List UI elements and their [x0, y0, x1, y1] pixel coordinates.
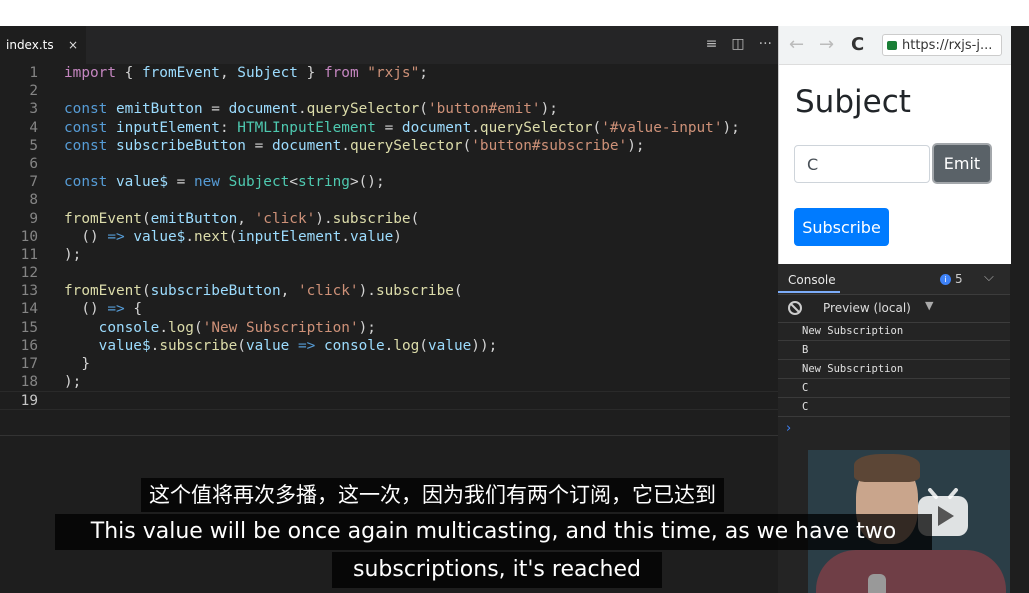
line-number: 15 [20, 319, 38, 336]
outline-icon[interactable]: ≡ [706, 36, 718, 52]
code-line: 7 const value$ = new Subject<string>(); [0, 173, 778, 191]
code-text: fromEvent(emitButton, 'click').subscribe… [64, 210, 420, 227]
editor-actions: ≡ ◫ ··· [706, 36, 772, 52]
code-text: ); [64, 246, 82, 263]
code-line: 16 value$.subscribe(value => console.log… [0, 337, 778, 355]
presenter-hair [854, 454, 920, 482]
code-line: 1 import { fromEvent, Subject } from "rxj… [0, 64, 778, 82]
back-arrow-icon[interactable]: ← [789, 34, 804, 55]
line-number: 14 [20, 301, 38, 318]
editor-divider [0, 435, 778, 436]
code-line: 9 fromEvent(emitButton, 'click').subscrib… [0, 210, 778, 228]
presenter-body [816, 550, 1006, 593]
code-line: 17 } [0, 355, 778, 373]
line-number: 16 [20, 337, 38, 354]
tab-index-ts[interactable]: index.ts × [0, 26, 86, 64]
code-line: 13 fromEvent(subscribeButton, 'click').su… [0, 282, 778, 300]
code-line-current: 19 [0, 391, 778, 410]
context-selector[interactable]: Preview (local) [823, 301, 911, 315]
url-text: https://rxjs-j... [902, 37, 993, 53]
code-line: 11); [0, 246, 778, 264]
line-number: 12 [20, 265, 38, 282]
split-editor-icon[interactable]: ◫ [731, 36, 744, 52]
value-input[interactable]: C [794, 145, 930, 183]
clear-console-icon[interactable] [788, 301, 802, 315]
code-text: () => value$.next(inputElement.value) [64, 228, 402, 245]
code-text: } [64, 356, 90, 372]
code-area[interactable]: 1 import { fromEvent, Subject } from "rxj… [0, 64, 778, 410]
page-heading: Subject [795, 84, 911, 120]
console-log-row: New Subscription [778, 360, 1010, 379]
code-line: 14 () => { [0, 300, 778, 318]
line-number: 11 [20, 246, 38, 263]
line-number: 4 [29, 119, 38, 136]
line-number: 10 [20, 228, 38, 245]
code-text: ); [64, 374, 82, 391]
code-text: value$.subscribe(value => console.log(va… [98, 337, 498, 354]
more-actions-icon[interactable]: ··· [759, 36, 772, 52]
subscribe-button[interactable]: Subscribe [794, 208, 889, 246]
console-log-row: New Subscription [778, 322, 1010, 341]
code-text: const value$ = new Subject<string>(); [64, 174, 385, 191]
console-header: Console i 5 ⌵ [778, 264, 1010, 295]
console-prompt[interactable]: › [786, 421, 791, 436]
subtitle-english-line1: This value will be once again multicasti… [55, 514, 932, 550]
code-line: 15 console.log('New Subscription'); [0, 319, 778, 337]
code-line: 3 const emitButton = document.querySelect… [0, 100, 778, 118]
close-tab-icon[interactable]: × [68, 38, 78, 52]
line-number: 1 [29, 65, 38, 81]
code-text: const subscribeButton = document.querySe… [64, 137, 645, 154]
tab-filename: index.ts [6, 38, 54, 52]
top-strip [0, 0, 1029, 26]
line-number: 7 [29, 174, 38, 191]
address-bar[interactable]: https://rxjs-j... [882, 34, 1002, 56]
active-tab-indicator [778, 291, 840, 293]
code-text: import { fromEvent, Subject } from "rxjs… [64, 65, 428, 81]
issue-count: 5 [955, 272, 963, 286]
code-line: 12 [0, 264, 778, 282]
code-text: () => { [64, 301, 142, 318]
subtitle-english-line2: subscriptions, it's reached [332, 552, 662, 588]
code-line: 5 const subscribeButton = document.queryS… [0, 137, 778, 155]
browser-toolbar: ← → C https://rxjs-j... [779, 26, 1011, 65]
line-number: 18 [20, 374, 38, 391]
info-icon: i [940, 273, 951, 285]
code-line: 8 [0, 191, 778, 209]
editor-tab-bar: index.ts × ≡ ◫ ··· [0, 26, 778, 64]
lock-icon [887, 40, 897, 50]
code-text: const inputElement: HTMLInputElement = d… [64, 119, 740, 136]
emit-button[interactable]: Emit [932, 143, 992, 184]
code-line: 10 () => value$.next(inputElement.value) [0, 228, 778, 246]
dropdown-arrow-icon[interactable]: ▼ [925, 299, 933, 312]
subtitle-chinese: 这个值将再次多播，这一次，因为我们有两个订阅，它已达到 [141, 478, 724, 512]
code-text: const emitButton = document.querySelecto… [64, 101, 558, 118]
issues-badge[interactable]: i 5 [940, 272, 963, 286]
chevron-down-icon[interactable]: ⌵ [984, 270, 994, 285]
microphone [868, 574, 886, 593]
line-number: 9 [29, 210, 38, 227]
forward-arrow-icon[interactable]: → [819, 34, 834, 55]
console-log-row: C [778, 398, 1010, 417]
tab-console[interactable]: Console [788, 273, 836, 287]
console-toolbar: Preview (local) ▼ [778, 295, 1010, 323]
code-line: 2 [0, 82, 778, 100]
line-number: 5 [29, 137, 38, 154]
code-text: fromEvent(subscribeButton, 'click').subs… [64, 283, 463, 300]
code-text: console.log('New Subscription'); [98, 319, 376, 336]
line-number: 8 [29, 192, 38, 209]
line-number: 3 [29, 101, 38, 118]
line-number: 13 [20, 283, 38, 300]
line-number: 6 [29, 155, 38, 172]
browser-preview: ← → C https://rxjs-j... Subject C Emit S… [778, 26, 1011, 264]
code-line: 6 [0, 155, 778, 173]
line-number: 2 [29, 83, 38, 100]
line-number: 19 [20, 393, 38, 410]
line-number: 17 [20, 356, 38, 372]
console-log-row: C [778, 379, 1010, 398]
console-log-row: B [778, 341, 1010, 360]
code-line: 4 const inputElement: HTMLInputElement = … [0, 119, 778, 137]
code-line: 18); [0, 373, 778, 391]
reload-icon[interactable]: C [851, 34, 864, 55]
